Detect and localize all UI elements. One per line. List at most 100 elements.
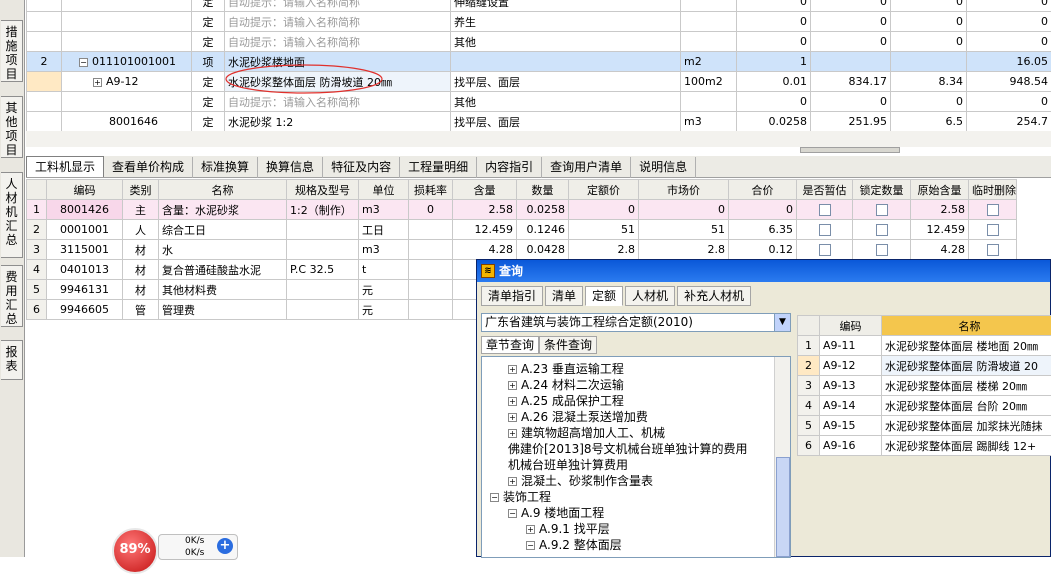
- collapse-icon[interactable]: −: [490, 493, 499, 502]
- query-tab[interactable]: 定额: [585, 286, 623, 306]
- column-header[interactable]: 编码: [47, 180, 123, 200]
- quota-row[interactable]: 3A9-13水泥砂浆整体面层 楼梯 20㎜: [798, 376, 1051, 396]
- chevron-down-icon[interactable]: ▼: [774, 314, 790, 331]
- tree-node[interactable]: +混凝土、砂浆制作含量表: [508, 473, 653, 489]
- tree-scrollbar[interactable]: [774, 357, 790, 557]
- column-header[interactable]: 数量: [517, 180, 569, 200]
- column-header[interactable]: 市场价: [639, 180, 729, 200]
- quota-row[interactable]: 2A9-12水泥砂浆整体面层 防滑坡道 20: [798, 356, 1051, 376]
- item-row[interactable]: 定自动提示：请输入名称简称养生0000: [27, 12, 1051, 32]
- expand-icon[interactable]: +: [526, 525, 535, 534]
- temp-delete-checkbox[interactable]: [987, 244, 999, 256]
- column-header[interactable]: 损耗率: [409, 180, 453, 200]
- column-header[interactable]: 锁定数量: [853, 180, 911, 200]
- scroll-thumb[interactable]: [776, 457, 790, 557]
- quota-library-select[interactable]: 广东省建筑与装饰工程综合定额(2010) ▼: [481, 313, 791, 332]
- detail-tab[interactable]: 标准换算: [193, 157, 258, 178]
- item-row[interactable]: 定自动提示：请输入名称简称伸缩缝设置0000: [27, 0, 1051, 12]
- estimate-checkbox[interactable]: [819, 244, 831, 256]
- column-header[interactable]: 单位: [359, 180, 409, 200]
- collapse-icon[interactable]: −: [79, 58, 88, 67]
- query-tab[interactable]: 人材机: [625, 286, 675, 306]
- detail-tab[interactable]: 说明信息: [631, 157, 696, 178]
- quota-row[interactable]: 5A9-15水泥砂浆整体面层 加浆抹光随抹: [798, 416, 1051, 436]
- network-speed-widget[interactable]: 0K/s 0K/s 89% +: [112, 528, 242, 557]
- item-name[interactable]: 自动提示：请输入名称简称: [225, 32, 451, 52]
- column-header[interactable]: 是否暂估: [797, 180, 853, 200]
- detail-tab[interactable]: 查询用户清单: [542, 157, 631, 178]
- column-header[interactable]: 含量: [453, 180, 517, 200]
- item-row[interactable]: 2−011101001001项水泥砂浆楼地面m2116.05: [27, 52, 1051, 72]
- memory-badge[interactable]: 89%: [112, 528, 158, 574]
- quota-row[interactable]: 1A9-11水泥砂浆整体面层 楼地面 20㎜: [798, 336, 1051, 356]
- expand-icon[interactable]: +: [508, 381, 517, 390]
- column-header[interactable]: 定额价: [569, 180, 639, 200]
- detail-tab[interactable]: 查看单价构成: [104, 157, 193, 178]
- query-subtab[interactable]: 章节查询: [481, 336, 539, 354]
- query-titlebar[interactable]: ≋ 查询: [477, 260, 1050, 282]
- item-row[interactable]: +A9-12定水泥砂浆整体面层 防滑坡道 20㎜找平层、面层100m20.018…: [27, 72, 1051, 92]
- tree-node[interactable]: −装饰工程: [490, 489, 551, 505]
- lock-qty-checkbox[interactable]: [876, 224, 888, 236]
- detail-tab[interactable]: 内容指引: [477, 157, 542, 178]
- detail-tab[interactable]: 工料机显示: [26, 156, 104, 177]
- tree-node[interactable]: +A.24 材料二次运输: [508, 377, 624, 393]
- column-header[interactable]: 类别: [123, 180, 159, 200]
- splitter-handle[interactable]: [800, 147, 900, 153]
- column-header[interactable]: 合价: [729, 180, 797, 200]
- temp-delete-checkbox[interactable]: [987, 224, 999, 236]
- item-row[interactable]: 8001646定水泥砂浆 1:2找平层、面层m30.0258251.956.52…: [27, 112, 1051, 132]
- expand-icon[interactable]: +: [508, 477, 517, 486]
- item-name[interactable]: 水泥砂浆 1:2: [225, 112, 451, 132]
- resource-row[interactable]: 20001001人综合工日工日12.4590.124651516.3512.45…: [27, 220, 1017, 240]
- side-tab-costs[interactable]: 费用汇总: [1, 265, 23, 327]
- query-window[interactable]: ≋ 查询 清单指引清单定额人材机补充人材机 广东省建筑与装饰工程综合定额(201…: [476, 259, 1051, 557]
- item-name[interactable]: 自动提示：请输入名称简称: [225, 12, 451, 32]
- item-name[interactable]: 自动提示：请输入名称简称: [225, 0, 451, 12]
- lock-qty-checkbox[interactable]: [876, 244, 888, 256]
- collapse-icon[interactable]: −: [526, 541, 535, 550]
- tree-node[interactable]: +A.25 成品保护工程: [508, 393, 624, 409]
- detail-tab[interactable]: 工程量明细: [400, 157, 477, 178]
- tree-node[interactable]: −A.9 楼地面工程: [508, 505, 604, 521]
- tree-node[interactable]: +A.26 混凝土泵送增加费: [508, 409, 648, 425]
- list-column-header[interactable]: [798, 316, 820, 336]
- column-header[interactable]: [27, 180, 47, 200]
- expand-icon[interactable]: +: [508, 365, 517, 374]
- temp-delete-checkbox[interactable]: [987, 204, 999, 216]
- detail-tab[interactable]: 换算信息: [258, 157, 323, 178]
- tree-node[interactable]: 佛建价[2013]8号文机械台班单独计算的费用: [508, 441, 748, 457]
- tree-node[interactable]: +A.9.1 找平层: [526, 521, 610, 537]
- item-row[interactable]: 定自动提示：请输入名称简称其他0000: [27, 32, 1051, 52]
- expand-icon[interactable]: +: [93, 78, 102, 87]
- resource-row[interactable]: 33115001材水m34.280.04282.82.80.124.28: [27, 240, 1017, 260]
- lock-qty-checkbox[interactable]: [876, 204, 888, 216]
- column-header[interactable]: 名称: [159, 180, 287, 200]
- quota-row[interactable]: 6A9-16水泥砂浆整体面层 踢脚线 12+: [798, 436, 1051, 456]
- expand-icon[interactable]: +: [508, 397, 517, 406]
- list-column-header[interactable]: 编码: [820, 316, 882, 336]
- plus-icon[interactable]: +: [217, 538, 233, 554]
- column-header[interactable]: 临时删除: [969, 180, 1017, 200]
- column-header[interactable]: 原始含量: [911, 180, 969, 200]
- query-subtab[interactable]: 条件查询: [539, 336, 597, 354]
- column-header[interactable]: 规格及型号: [287, 180, 359, 200]
- tree-node[interactable]: +建筑物超高增加人工、机械: [508, 425, 665, 441]
- query-tab[interactable]: 补充人材机: [677, 286, 751, 306]
- side-tab-resources[interactable]: 人材机汇总: [1, 172, 23, 258]
- expand-icon[interactable]: +: [508, 413, 517, 422]
- query-tab[interactable]: 清单: [545, 286, 583, 306]
- collapse-icon[interactable]: −: [508, 509, 517, 518]
- query-tab[interactable]: 清单指引: [481, 286, 543, 306]
- expand-icon[interactable]: +: [508, 429, 517, 438]
- item-row[interactable]: 定自动提示：请输入名称简称其他0000: [27, 92, 1051, 112]
- resource-row[interactable]: 18001426主含量：水泥砂浆1:2（制作）m302.580.02580002…: [27, 200, 1017, 220]
- tree-node[interactable]: +A.23 垂直运输工程: [508, 361, 624, 377]
- detail-tab[interactable]: 特征及内容: [323, 157, 400, 178]
- estimate-checkbox[interactable]: [819, 204, 831, 216]
- side-tab-other[interactable]: 其他项目: [1, 96, 23, 158]
- list-column-header[interactable]: 名称: [882, 316, 1051, 336]
- tree-node[interactable]: −A.9.2 整体面层: [526, 537, 622, 553]
- side-tab-reports[interactable]: 报表: [1, 340, 23, 380]
- estimate-checkbox[interactable]: [819, 224, 831, 236]
